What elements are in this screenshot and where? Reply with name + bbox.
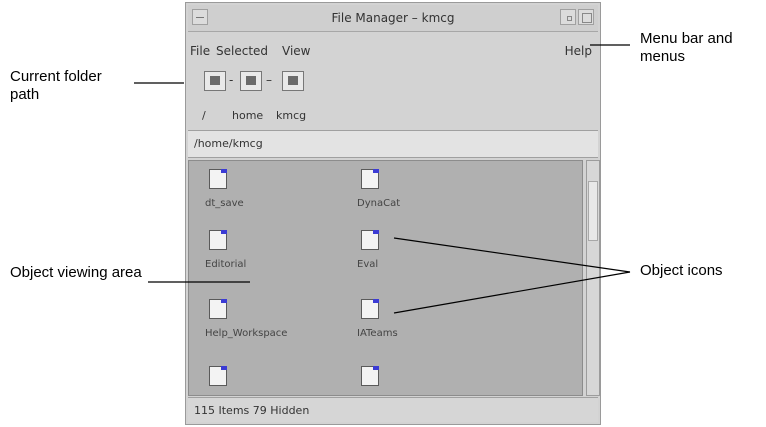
callout-current-folder-path: Current folder path xyxy=(10,68,102,103)
callout-line-icon-eval xyxy=(393,237,631,273)
callout-menu-bar: Menu bar and menus xyxy=(640,30,733,65)
callout-line-icon-iateams xyxy=(393,271,631,314)
callout-object-icons: Object icons xyxy=(640,262,723,279)
callout-object-viewing-area: Object viewing area xyxy=(10,264,142,281)
